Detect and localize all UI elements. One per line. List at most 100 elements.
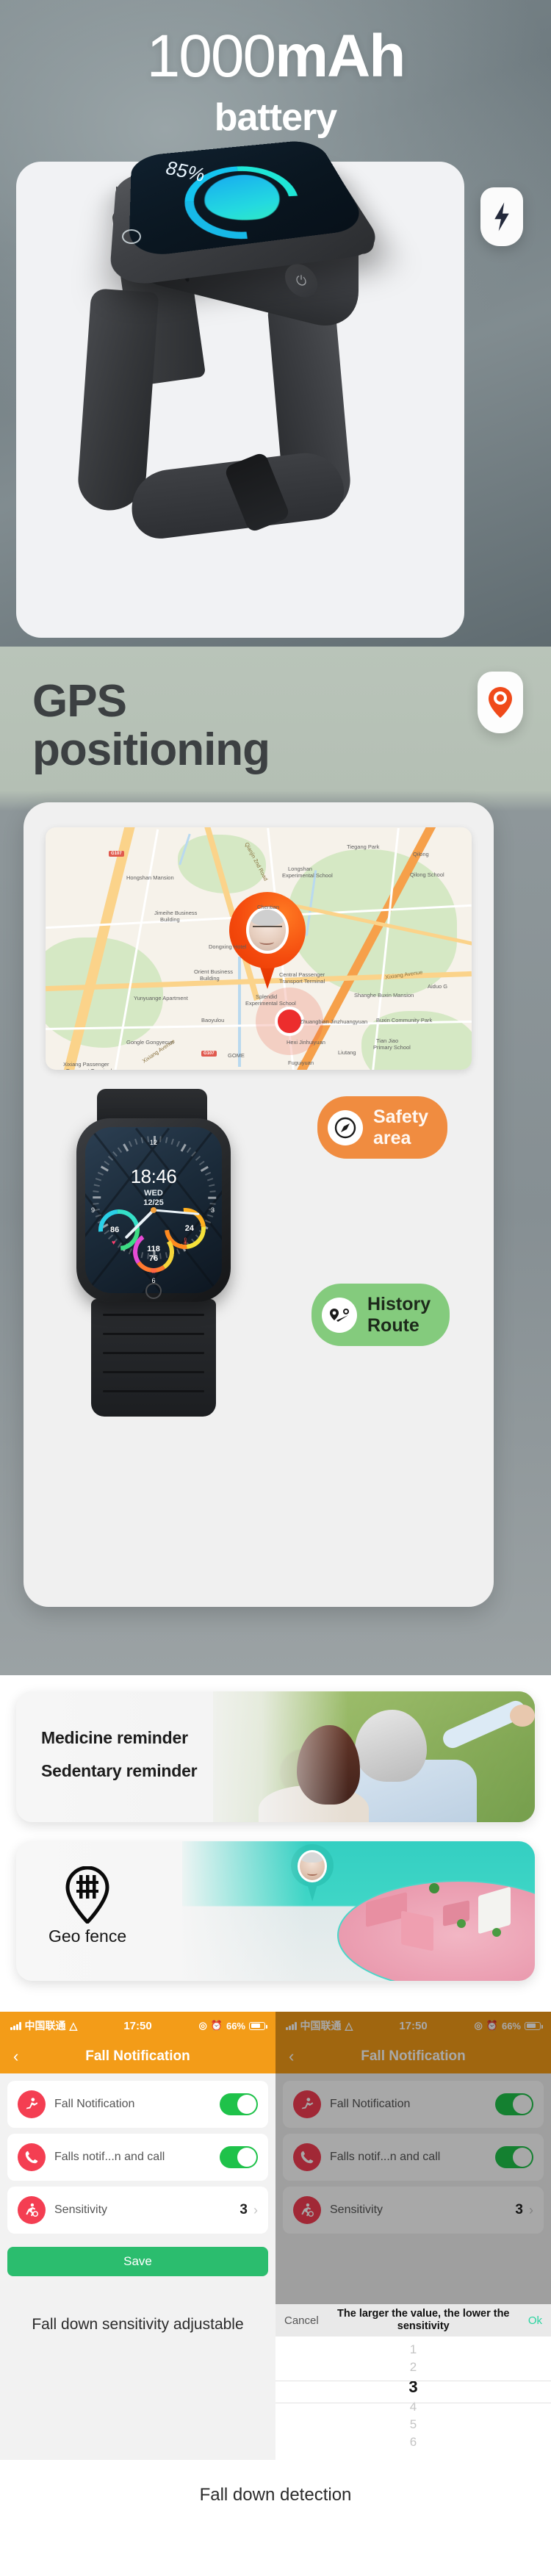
map-label: Splendid (256, 993, 278, 1000)
map-label: Tiegang Park (347, 843, 380, 850)
watch-face: 12 3 6 9 18:46 WED 12/25 86 24 118 76 ♥ … (85, 1127, 222, 1293)
map-label: Transport Terminal (279, 978, 325, 985)
map-label: Qilong (413, 851, 429, 857)
gps-section: GPS positioning G107 G107 Hongshan Mansi… (0, 647, 551, 1675)
row-label: Sensitivity (330, 2203, 383, 2216)
gps-title-line2: positioning (32, 724, 270, 775)
ok-button[interactable]: Ok (528, 2314, 542, 2327)
battery-percent-label: 66% (226, 2020, 245, 2032)
chevron-right-icon: › (529, 2202, 533, 2217)
map-view[interactable]: G107 G107 Hongshan Mansion Jimeihe Busine… (46, 827, 472, 1070)
sensitivity-picker[interactable]: 123456 (276, 2336, 551, 2460)
toggle-falls-notify-call[interactable] (495, 2146, 533, 2168)
nav-bar: ‹ Fall Notification (276, 2040, 551, 2073)
gps-title-line1: GPS (32, 676, 127, 727)
status-bar: 中国联通 △ 17:50 ◎ ⏰ 66% (0, 2012, 276, 2040)
safety-area-pill[interactable]: Safety area (317, 1096, 448, 1159)
safety-area-line1: Safety (373, 1107, 429, 1127)
picker-option[interactable]: 6 (276, 2433, 551, 2451)
reminders-section: Medicine reminder Sedentary reminder Geo… (0, 1675, 551, 1996)
location-pin-icon (489, 687, 512, 718)
hour-mark-12: 12 (149, 1139, 158, 1146)
signal-bars-icon (10, 2021, 21, 2030)
hero-title-unit: mAh (275, 23, 406, 90)
cancel-button[interactable]: Cancel (284, 2314, 319, 2327)
history-route-pill[interactable]: History Route (311, 1284, 450, 1346)
status-bar: 中国联通 △ 17:50 ◎ ⏰ 66% (276, 2012, 551, 2040)
lightning-bolt-icon (494, 202, 509, 231)
carrier-label: 中国联通 (300, 2020, 342, 2032)
history-route-line1: History (367, 1294, 431, 1314)
history-route-line2: Route (367, 1314, 419, 1336)
temperature-value: 24 (184, 1224, 194, 1233)
thermometer-icon: 🌡 (181, 1237, 190, 1245)
map-label: Zhuangbian Jinzhuangyuan (300, 1018, 368, 1025)
status-time: 17:50 (123, 2019, 152, 2032)
sedentary-reminder-label: Sedentary reminder (41, 1761, 198, 1780)
map-label: Primary School (373, 1044, 411, 1051)
phone-screenshots-section: 中国联通 △ 17:50 ◎ ⏰ 66% ‹ Fall Notification (0, 2012, 551, 2460)
map-label: Orient Business (194, 968, 233, 975)
gps-feature-card: G107 G107 Hongshan Mansion Jimeihe Busine… (24, 802, 494, 1607)
toggle-fall-notification[interactable] (220, 2093, 258, 2115)
chevron-left-icon[interactable]: ‹ (289, 2047, 294, 2066)
product-page: 1000mAh battery Long working hours ⏻ SOS (0, 0, 551, 2525)
geo-fence-pin-icon (65, 1866, 110, 1925)
chevron-left-icon[interactable]: ‹ (13, 2047, 18, 2066)
battery-percent-label: 66% (501, 2020, 521, 2032)
watch-time: 18:46 (130, 1165, 177, 1187)
map-label: Shanghe Buxin Mansion (354, 992, 414, 999)
person-falling-icon (293, 2090, 321, 2118)
alarm-icon: ⏰ (486, 2020, 498, 2031)
map-label: Experimental School (282, 872, 333, 879)
status-time: 17:50 (399, 2019, 428, 2032)
picker-option[interactable]: 3 (276, 2376, 551, 2398)
hero-title-number: 1000 (146, 23, 276, 90)
map-label: Experimental School (245, 1000, 296, 1007)
picker-option[interactable]: 2 (276, 2359, 551, 2376)
save-button[interactable]: Save (7, 2247, 268, 2276)
map-label: Chentian (257, 904, 280, 910)
map-label: Central Passenger (279, 971, 325, 978)
row-falls-notify-call[interactable]: Falls notif...n and call (283, 2134, 544, 2181)
picker-title: The larger the value, the lower the sens… (337, 2308, 510, 2332)
toggle-falls-notify-call[interactable] (220, 2146, 258, 2168)
gps-watch-image: 12 3 6 9 18:46 WED 12/25 86 24 118 76 ♥ … (66, 1089, 250, 1420)
map-label: Liutang (338, 1049, 356, 1056)
map-label: Qilong School (410, 871, 444, 878)
row-label: Fall Notification (330, 2098, 411, 2110)
wifi-icon: △ (69, 2019, 78, 2032)
map-label: Jimeihe Business (154, 910, 198, 916)
history-route-label: History Route (367, 1294, 431, 1336)
heart-icon: ♥ (112, 1239, 116, 1246)
row-falls-notify-call[interactable]: Falls notif...n and call (7, 2134, 268, 2181)
picker-option[interactable]: 1 (276, 2341, 551, 2359)
row-label: Fall Notification (54, 2098, 135, 2110)
row-sensitivity[interactable]: Sensitivity 3 › (283, 2187, 544, 2234)
toggle-fall-notification[interactable] (495, 2093, 533, 2115)
map-label: Xixiang Passenger (63, 1061, 109, 1068)
map-label: GOME (228, 1052, 245, 1059)
compass-icon (328, 1109, 363, 1145)
geo-fence-labelgroup: Geo fence (48, 1866, 126, 1946)
phone-screenshot-right: 中国联通 △ 17:50 ◎ ⏰ 66% ‹ Fall Notification (276, 2012, 551, 2460)
battery-icon (525, 2021, 543, 2030)
battery-icon (249, 2021, 267, 2030)
row-sensitivity[interactable]: Sensitivity 3 › (7, 2187, 268, 2234)
running-person-icon (293, 2196, 321, 2224)
watch-home-button[interactable] (145, 1283, 162, 1299)
settings-rows: Fall Notification Falls notif...n and ca… (276, 2073, 551, 2234)
location-services-icon: ◎ (198, 2020, 207, 2031)
hero-watch-image: ⏻ SOS 85% (43, 118, 454, 573)
carrier-label: 中国联通 (24, 2020, 66, 2032)
picker-option[interactable]: 4 (276, 2398, 551, 2416)
picker-option[interactable]: 5 (276, 2416, 551, 2433)
row-fall-notification[interactable]: Fall Notification (283, 2081, 544, 2128)
nav-bar: ‹ Fall Notification (0, 2040, 276, 2073)
bp-diastolic-value: 76 (148, 1254, 159, 1263)
map-label: Buxin Community Park (376, 1017, 433, 1023)
battery-hero-section: 1000mAh battery Long working hours ⏻ SOS (0, 0, 551, 647)
row-fall-notification[interactable]: Fall Notification (7, 2081, 268, 2128)
page-title: Fall Notification (361, 2048, 466, 2064)
sensitivity-picker-sheet: Cancel The larger the value, the lower t… (276, 2304, 551, 2460)
